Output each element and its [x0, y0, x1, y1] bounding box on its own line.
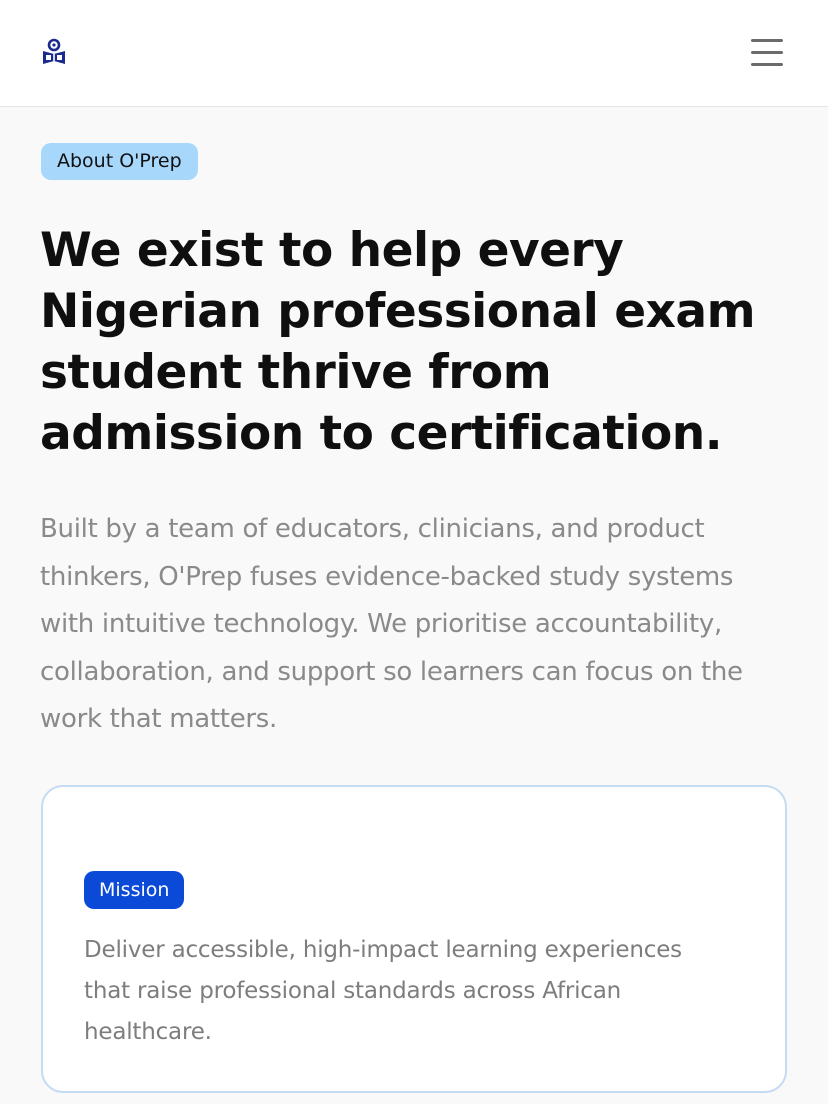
mission-badge: Mission [84, 871, 185, 909]
menu-bar [751, 51, 783, 54]
menu-bar [751, 39, 783, 42]
intro-paragraph: Built by a team of educators, clinicians… [40, 514, 743, 734]
top-nav-bar [0, 0, 828, 107]
page-headline: We exist to help every Nigerian professi… [40, 223, 756, 461]
hamburger-menu-button[interactable] [744, 34, 790, 72]
mission-statement: Deliver accessible, high-impact learning… [84, 937, 682, 1045]
logo-icon[interactable] [40, 38, 68, 66]
mission-card: Mission Deliver accessible, high-impact … [41, 785, 787, 1093]
about-badge: About O'Prep [41, 143, 198, 180]
menu-bar [751, 63, 783, 66]
